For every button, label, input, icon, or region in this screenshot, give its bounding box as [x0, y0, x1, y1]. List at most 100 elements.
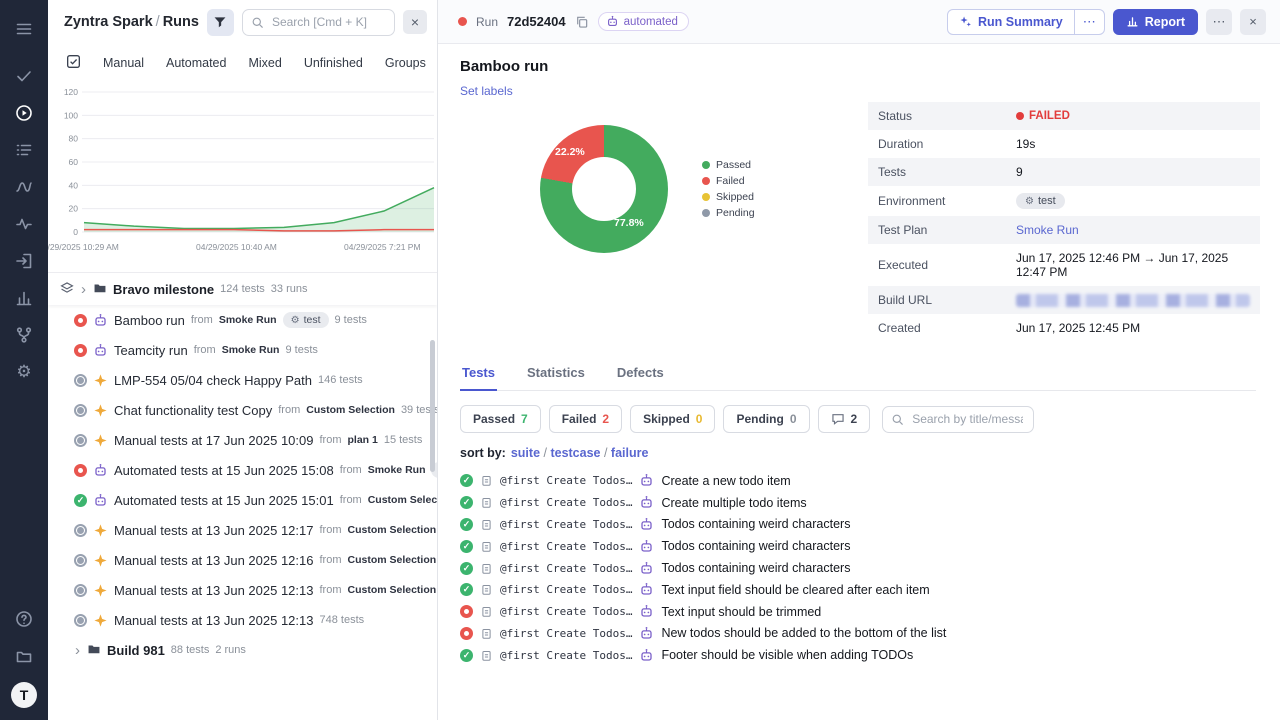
run-summary-button[interactable]: Run Summary	[948, 10, 1074, 34]
run-type-chip[interactable]: automated	[598, 12, 689, 31]
detail-label: Created	[878, 321, 1016, 335]
test-row[interactable]: @first Create Todos… Text input field sh…	[460, 579, 1256, 601]
chevron-right-icon[interactable]: ›	[74, 643, 81, 658]
chevron-right-icon[interactable]: ›	[80, 282, 87, 297]
test-row[interactable]: @first Create Todos… Todos containing we…	[460, 514, 1256, 536]
status-filter-chip[interactable]: Passed7	[460, 405, 541, 433]
run-summary-more-button[interactable]: ⋯	[1074, 10, 1104, 34]
test-row[interactable]: @first Create Todos… Create multiple tod…	[460, 492, 1256, 514]
run-list-item[interactable]: Manual tests at 17 Jun 2025 10:09 from p…	[48, 425, 437, 455]
run-source-label: from	[191, 314, 213, 326]
sort-option-link[interactable]: failure	[611, 446, 649, 460]
app-logo[interactable]: T	[11, 682, 37, 708]
close-run-button[interactable]: ×	[1240, 9, 1266, 35]
panel-close-button[interactable]: ×	[403, 10, 427, 34]
run-detail-body: Bamboo run Set labels 22.2% 77.8% Passed…	[438, 44, 1280, 720]
run-list-item[interactable]: Manual tests at 13 Jun 2025 12:16 from C…	[48, 545, 437, 575]
runs-filter-tab[interactable]: Unfinished	[304, 56, 363, 70]
run-name: Manual tests at 13 Jun 2025 12:17	[114, 523, 313, 538]
trends-icon[interactable]	[0, 168, 48, 205]
detail-value[interactable]: Jun 17, 2025 12:46 PM → Jun 17, 2025 12:…	[1016, 251, 1250, 279]
runs-history-chart: 02040608010012004/29/2025 10:29 AM04/29/…	[48, 76, 437, 272]
test-row[interactable]: @first Create Todos… Todos containing we…	[460, 535, 1256, 557]
milestone-runs-count: 33 runs	[271, 283, 308, 295]
detail-label: Environment	[878, 194, 1016, 208]
sort-option-link[interactable]: suite	[511, 446, 551, 460]
scrollbar-thumb[interactable]	[430, 340, 435, 472]
status-filter-chip[interactable]: Skipped0	[630, 405, 715, 433]
integrations-icon[interactable]	[0, 316, 48, 353]
filter-button[interactable]	[207, 9, 234, 36]
activity-icon[interactable]	[0, 205, 48, 242]
status-filter-chip[interactable]: Pending0	[723, 405, 809, 433]
menu-icon[interactable]	[0, 10, 48, 47]
test-row[interactable]: @first Create Todos… Todos containing we…	[460, 557, 1256, 579]
detail-value[interactable]: 9	[1016, 165, 1023, 179]
runs-icon[interactable]	[0, 94, 48, 131]
runs-filter-tab[interactable]: Groups	[385, 56, 426, 70]
tests-icon[interactable]	[0, 57, 48, 94]
run-tab[interactable]: Defects	[615, 358, 666, 391]
run-list-item[interactable]: Automated tests at 15 Jun 2025 15:08 fro…	[48, 455, 437, 485]
detail-value[interactable]: test	[1016, 193, 1065, 209]
run-source-label: from	[319, 554, 341, 566]
set-labels-link[interactable]: Set labels	[460, 84, 513, 98]
run-source-label: from	[340, 494, 362, 506]
run-list-item[interactable]: Manual tests at 13 Jun 2025 12:13 from C…	[48, 575, 437, 605]
tests-search-input[interactable]	[910, 411, 1025, 427]
suite-name: @first Create Todos…	[500, 562, 632, 575]
failed-slice-label: 22.2%	[555, 146, 585, 158]
run-tab[interactable]: Tests	[460, 358, 497, 391]
reports-icon[interactable]	[0, 279, 48, 316]
runs-filter-tab[interactable]: Automated	[166, 56, 226, 70]
detail-row: Build URL	[868, 286, 1260, 314]
run-meta: 146 tests	[318, 374, 363, 386]
run-list-item[interactable]: LMP-554 05/04 check Happy Path 146 tests	[48, 365, 437, 395]
test-row[interactable]: @first Create Todos… Text input should b…	[460, 601, 1256, 623]
run-summary-group: Run Summary ⋯	[947, 9, 1105, 35]
import-icon[interactable]	[0, 242, 48, 279]
run-list-item[interactable]: Automated tests at 15 Jun 2025 15:01 fro…	[48, 485, 437, 515]
folder-row[interactable]: › Build 981 88 tests 2 runs	[48, 635, 437, 665]
runs-search-input[interactable]	[270, 14, 386, 30]
detail-value[interactable]: FAILED	[1016, 110, 1070, 122]
tests-search[interactable]	[882, 406, 1034, 433]
test-row[interactable]: @first Create Todos… New todos should be…	[460, 623, 1256, 645]
projects-icon[interactable]	[0, 637, 48, 674]
comments-filter-chip[interactable]: 2	[818, 405, 871, 433]
suites-icon[interactable]	[0, 131, 48, 168]
status-filter-chip[interactable]: Failed2	[549, 405, 622, 433]
runs-search[interactable]	[242, 9, 395, 36]
run-source-label: from	[319, 434, 341, 446]
run-list-item[interactable]: Manual tests at 13 Jun 2025 12:17 from C…	[48, 515, 437, 545]
copy-run-id-button[interactable]	[575, 15, 589, 29]
runs-filter-tab[interactable]: Manual	[103, 56, 144, 70]
run-status-icon	[74, 494, 87, 507]
legend-dot	[702, 161, 710, 169]
sort-option-link[interactable]: testcase	[550, 446, 610, 460]
runs-filter-tab[interactable]: Mixed	[248, 56, 281, 70]
detail-value[interactable]: Smoke Run	[1016, 223, 1079, 237]
test-title: New todos should be added to the bottom …	[661, 626, 946, 640]
detail-value[interactable]: Jun 17, 2025 12:45 PM	[1016, 321, 1140, 335]
test-row[interactable]: @first Create Todos… Create a new todo i…	[460, 470, 1256, 492]
help-icon[interactable]	[0, 600, 48, 637]
run-type-icon	[93, 343, 108, 358]
run-list-item[interactable]: Chat functionality test Copy from Custom…	[48, 395, 437, 425]
test-row[interactable]: @first Create Todos… Footer should be vi…	[460, 644, 1256, 666]
detail-row: Status FAILED	[868, 102, 1260, 130]
run-source: Custom Selection	[347, 584, 436, 596]
run-type-icon	[93, 313, 108, 328]
funnel-icon	[213, 15, 227, 29]
milestone-row[interactable]: › Bravo milestone 124 tests 33 runs	[48, 273, 437, 305]
settings-gear-icon[interactable]: ⚙	[0, 353, 48, 390]
more-actions-button[interactable]: ⋯	[1206, 9, 1232, 35]
run-list-item[interactable]: Bamboo run from Smoke Run test 9 tests	[48, 305, 437, 335]
run-list-item[interactable]: Manual tests at 13 Jun 2025 12:13 748 te…	[48, 605, 437, 635]
run-tab[interactable]: Statistics	[525, 358, 587, 391]
chip-count: 2	[602, 412, 609, 426]
run-list-item[interactable]: Teamcity run from Smoke Run 9 tests	[48, 335, 437, 365]
detail-value[interactable]: 19s	[1016, 137, 1035, 151]
legend-dot	[702, 193, 710, 201]
report-button[interactable]: Report	[1113, 9, 1198, 35]
